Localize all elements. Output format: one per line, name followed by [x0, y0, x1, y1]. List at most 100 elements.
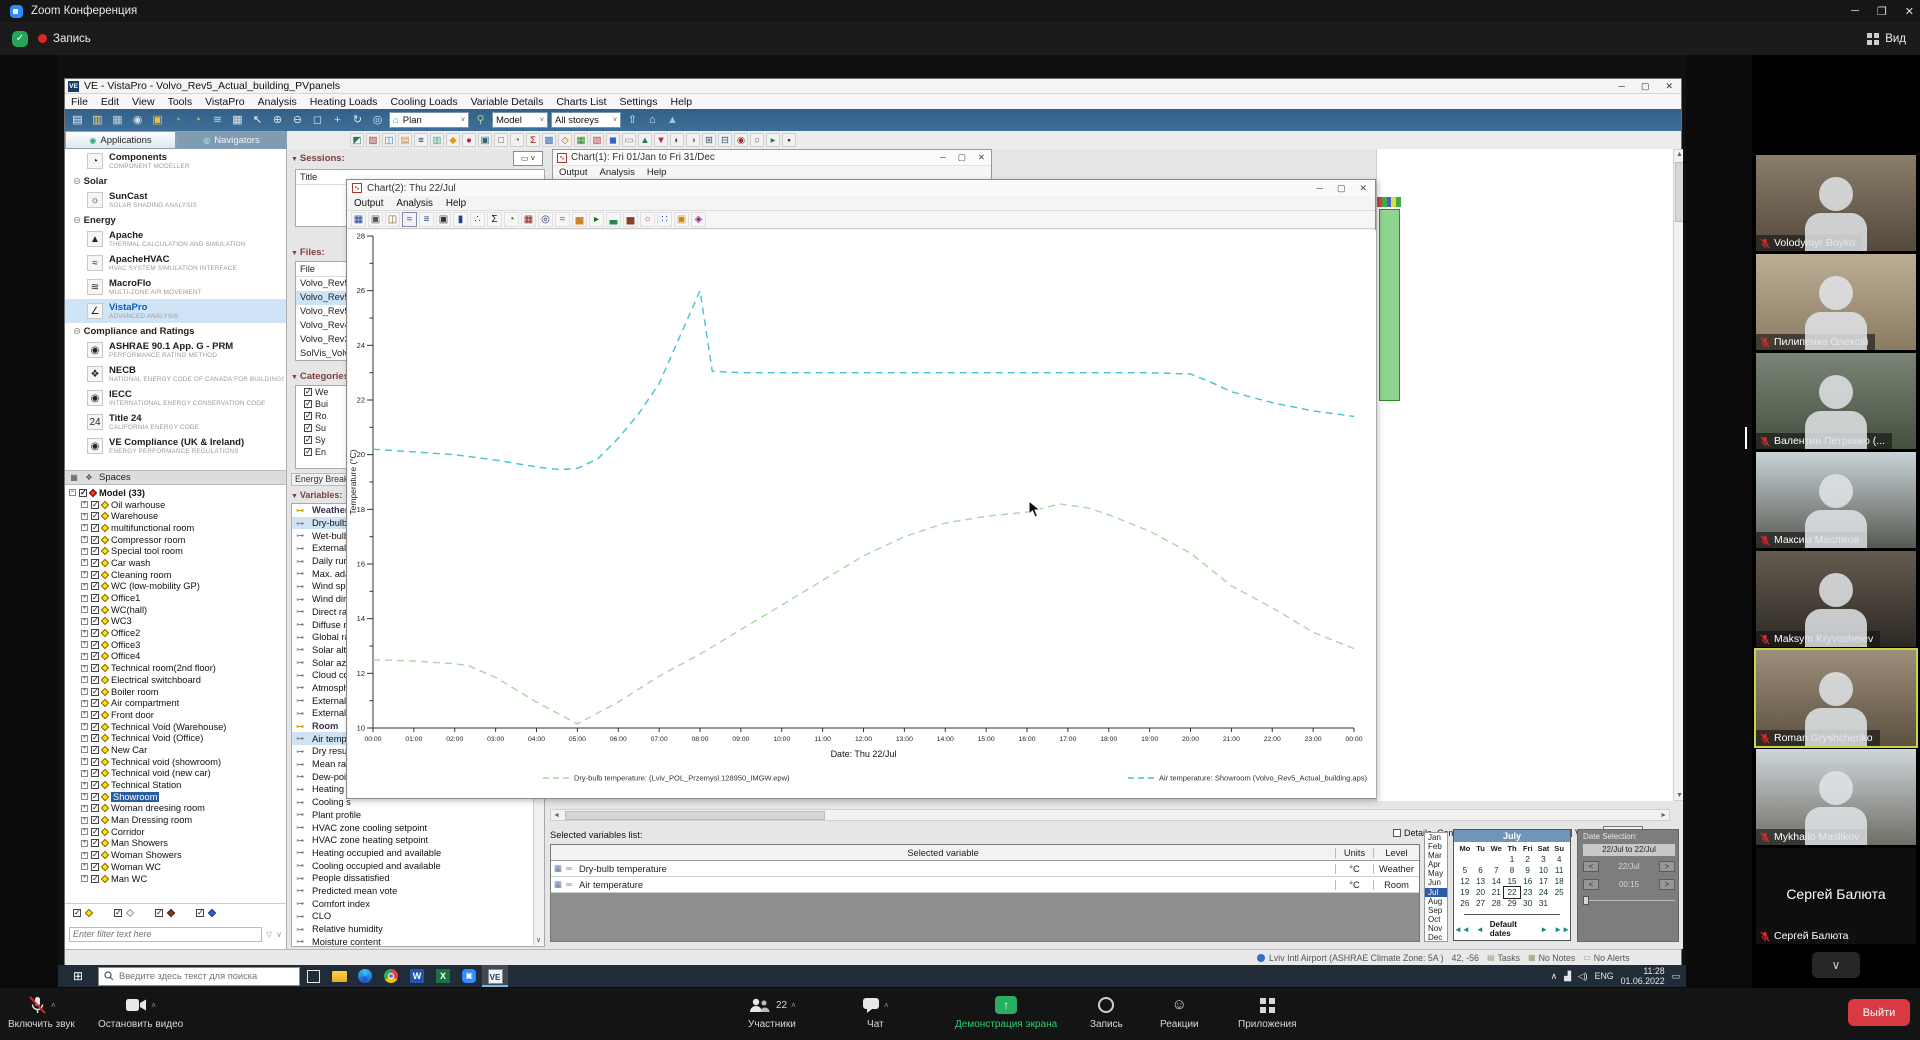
tab-applications[interactable]: ◉Applications	[65, 131, 176, 149]
target-icon[interactable]: ◉	[734, 133, 748, 147]
calendar-day[interactable]: 16	[1520, 876, 1536, 887]
edge-icon[interactable]	[352, 965, 378, 987]
space-checkbox[interactable]	[91, 699, 99, 707]
space-item[interactable]: + WC(hall)	[69, 604, 286, 616]
space-item[interactable]: + Technical room(2nd floor)	[69, 662, 286, 674]
Максим Масліков[interactable]: Максим Масліков Максим Масліков	[1756, 452, 1916, 548]
sessions-display-dropdown[interactable]: ▭˅	[513, 151, 543, 166]
taskbar-search[interactable]	[98, 967, 300, 986]
space-item[interactable]: + Office1	[69, 592, 286, 604]
space-checkbox[interactable]	[91, 582, 99, 590]
month-item[interactable]: Mar	[1425, 851, 1447, 860]
menu-item[interactable]: Charts List	[556, 96, 606, 108]
dot-icon[interactable]: ●	[462, 133, 476, 147]
space-item[interactable]: + New Car	[69, 744, 286, 756]
chevron-up-icon[interactable]: ˄	[884, 1001, 889, 1010]
month-item[interactable]: Apr	[1425, 860, 1447, 869]
chrome-icon[interactable]	[378, 965, 404, 987]
calendar-day[interactable]: 25	[1551, 887, 1567, 898]
expander-icon[interactable]: +	[81, 863, 88, 870]
sessions-label[interactable]: Sessions:	[291, 153, 345, 164]
expander-icon[interactable]: +	[81, 524, 88, 531]
bar-icon[interactable]: ▭	[622, 133, 636, 147]
selected-variable-row[interactable]: ▦∞ Air temperature °C Room	[551, 877, 1419, 893]
filter-checkbox[interactable]	[73, 909, 81, 917]
close-icon[interactable]: ✕	[1905, 5, 1914, 18]
menu-item[interactable]: Help	[670, 96, 692, 108]
category-checkbox[interactable]	[304, 424, 312, 432]
minimize-icon[interactable]: ─	[940, 152, 946, 163]
maximize-icon[interactable]: ▢	[1337, 183, 1346, 194]
half-icon[interactable]: ◐	[670, 133, 684, 147]
hatch-icon[interactable]: ▨	[366, 133, 380, 147]
space-checkbox[interactable]	[91, 804, 99, 812]
expander-icon[interactable]: +	[81, 606, 88, 613]
space-checkbox[interactable]	[91, 536, 99, 544]
category-checkbox[interactable]	[304, 436, 312, 444]
month-item[interactable]: Jun	[1425, 878, 1447, 887]
category-checkbox[interactable]	[304, 400, 312, 408]
minus-grid-icon[interactable]: ⊟	[718, 133, 732, 147]
calendar-day[interactable]: 6	[1473, 865, 1489, 876]
space-item[interactable]: + Woman dreesing room	[69, 803, 286, 815]
IECC[interactable]: ◉ IECC INTERNATIONAL ENERGY CONSERVATION…	[65, 386, 286, 410]
mute-button[interactable]: ˄ Включить звук	[8, 994, 75, 1030]
space-checkbox[interactable]	[91, 723, 99, 731]
category-checkbox[interactable]	[304, 388, 312, 396]
leave-button[interactable]: Выйти	[1848, 999, 1910, 1026]
SunCast[interactable]: ☼ SunCast SOLAR SHADING ANALYSIS	[65, 188, 286, 212]
record-button[interactable]: Запись	[1090, 994, 1123, 1030]
expander-icon[interactable]: +	[81, 793, 88, 800]
fit-view-icon[interactable]: ◎	[369, 112, 386, 129]
scroll-left-icon[interactable]: ◄	[553, 812, 560, 819]
space-checkbox[interactable]	[91, 769, 99, 777]
next-dates-icon[interactable]: ►	[1540, 925, 1548, 934]
space-checkbox[interactable]	[91, 629, 99, 637]
security-shield-icon[interactable]: ✓	[12, 31, 28, 47]
month-item[interactable]: Nov	[1425, 924, 1447, 933]
space-checkbox[interactable]	[91, 711, 99, 719]
notification-icon[interactable]: ▭	[1672, 971, 1680, 982]
circle-icon[interactable]: ○	[750, 133, 764, 147]
play-icon[interactable]: ▸	[766, 133, 780, 147]
dotsq-icon[interactable]: ▪	[782, 133, 796, 147]
space-checkbox[interactable]	[91, 746, 99, 754]
calendar-day[interactable]: 13	[1473, 876, 1489, 887]
calendar-day[interactable]: 1	[1504, 854, 1520, 865]
space-checkbox[interactable]	[91, 547, 99, 555]
ASHRAE 90.1 App. G - PRM[interactable]: ◉ ASHRAE 90.1 App. G - PRM PERFORMANCE R…	[65, 338, 286, 362]
calendar-day[interactable]: 17	[1536, 876, 1552, 887]
tree-view-icon[interactable]: ❖	[84, 473, 94, 483]
space-checkbox[interactable]	[91, 512, 99, 520]
view-button[interactable]: Вид	[1867, 33, 1906, 45]
variable-item[interactable]: ⊶ Plant profile	[292, 809, 544, 822]
notes-label[interactable]: No Notes	[1539, 953, 1576, 963]
expander-icon[interactable]: +	[81, 817, 88, 824]
calendar-day[interactable]: 15	[1504, 876, 1520, 887]
space-item[interactable]: + Technical void (new car)	[69, 768, 286, 780]
space-item[interactable]: + Cleaning room	[69, 569, 286, 581]
space-checkbox[interactable]	[91, 676, 99, 684]
expander-icon[interactable]: +	[81, 548, 88, 555]
calendar-day[interactable]: 19	[1457, 887, 1473, 898]
storey-up-icon[interactable]: ⇧	[624, 112, 641, 129]
close-icon[interactable]: ✕	[978, 152, 985, 163]
expander-icon[interactable]: +	[81, 805, 88, 812]
calendar-day[interactable]: 28	[1488, 898, 1504, 909]
ApacheHVAC[interactable]: ≈ ApacheHVAC HVAC SYSTEM SIMULATION INTE…	[65, 251, 286, 275]
first-dates-icon[interactable]: ◄◄	[1454, 925, 1470, 934]
expander-icon[interactable]: +	[81, 559, 88, 566]
file-explorer-icon[interactable]	[326, 965, 352, 987]
variable-item[interactable]: ⊶ Predicted mean vote	[292, 885, 544, 898]
month-item[interactable]: Dec	[1425, 933, 1447, 942]
MacroFlo[interactable]: ≋ MacroFlo MULTI-ZONE AIR MOVEMENT	[65, 275, 286, 299]
clock-icon[interactable]: ◔	[510, 133, 524, 147]
space-item[interactable]: + Office4	[69, 651, 286, 663]
gem-icon[interactable]: ◇	[558, 133, 572, 147]
space-checkbox[interactable]	[91, 758, 99, 766]
chevron-up-icon[interactable]: ˄	[51, 1001, 56, 1010]
space-item[interactable]: + Woman WC	[69, 861, 286, 873]
calendar-day[interactable]: 21	[1488, 887, 1504, 898]
filter-checkbox[interactable]	[196, 909, 204, 917]
menu-item[interactable]: File	[71, 96, 88, 108]
